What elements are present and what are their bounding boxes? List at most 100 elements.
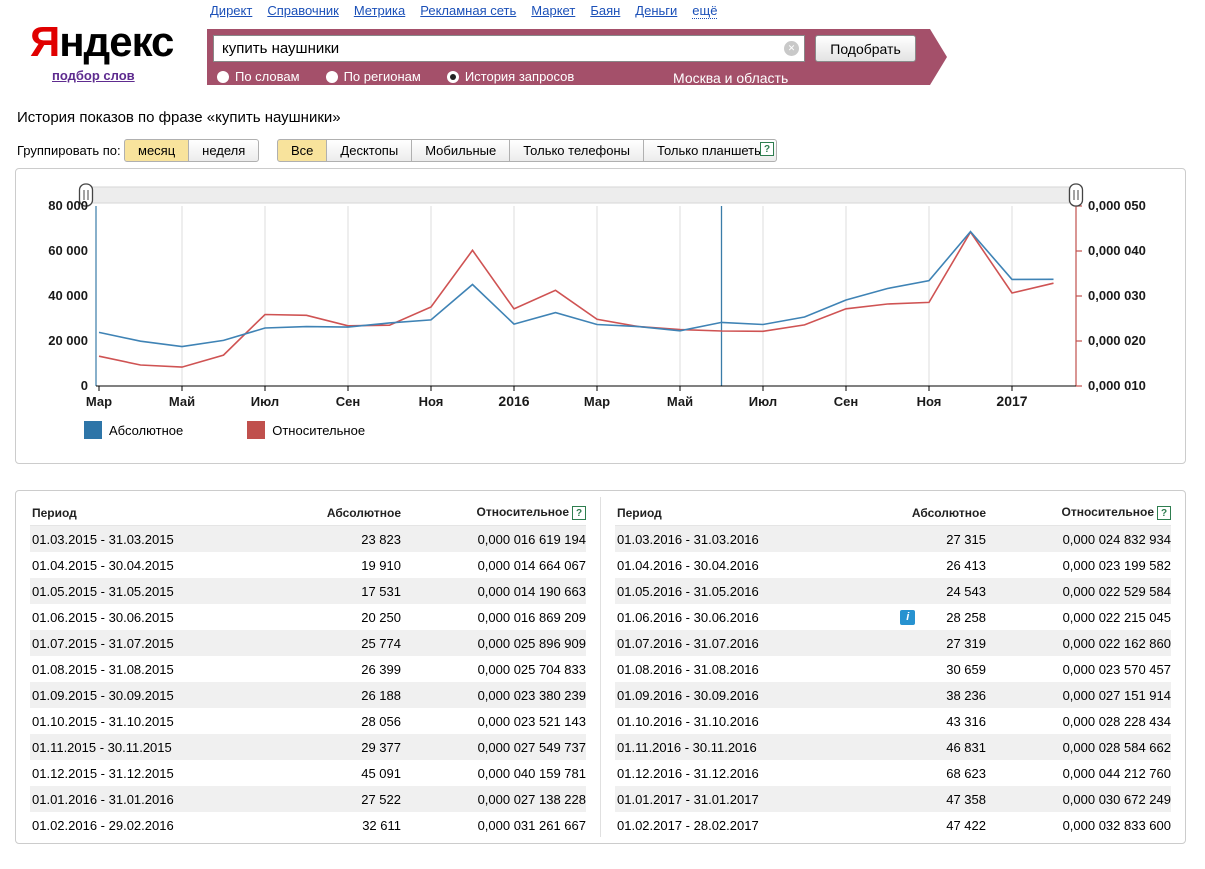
- relative-cell: 0,000 031 261 667: [477, 817, 586, 833]
- relative-cell: 0,000 028 228 434: [1062, 713, 1171, 729]
- radio-icon: [325, 70, 338, 83]
- table-row: 01.01.2017 - 31.01.2017 47 358 0,000 030 6…: [615, 786, 1171, 812]
- group-option-1[interactable]: неделя: [188, 139, 260, 162]
- group-by-label: Группировать по:: [17, 143, 121, 158]
- device-option-4[interactable]: Только планшеты: [643, 139, 778, 162]
- absolute-cell: 46 831: [946, 739, 986, 755]
- table-header: Период Абсолютное Относительное?: [30, 500, 586, 526]
- wordstat-home-link[interactable]: подбор слов: [52, 68, 135, 83]
- nav-link-6[interactable]: Деньги: [635, 3, 677, 18]
- legend-item-0: Абсолютное: [84, 421, 183, 439]
- device-option-1[interactable]: Десктопы: [326, 139, 413, 162]
- relative-cell: 0,000 016 619 194: [477, 531, 586, 547]
- absolute-cell: 26 413: [946, 557, 986, 573]
- nav-link-4[interactable]: Маркет: [531, 3, 575, 18]
- absolute-cell: 27 319: [946, 635, 986, 651]
- search-mode-0[interactable]: По словам: [217, 69, 300, 84]
- table-row: 01.06.2015 - 30.06.2015 20 250 0,000 016 8…: [30, 604, 586, 630]
- relative-help-icon[interactable]: ?: [1157, 506, 1171, 520]
- nav-link-3[interactable]: Рекламная сеть: [420, 3, 516, 18]
- table-row: 01.07.2016 - 31.07.2016 27 319 0,000 022 1…: [615, 630, 1171, 656]
- logo-rest: ндекс: [59, 18, 174, 65]
- nav-link-7[interactable]: ещё: [692, 3, 718, 19]
- submit-button[interactable]: Подобрать: [815, 35, 916, 62]
- device-option-3[interactable]: Только телефоны: [509, 139, 645, 162]
- search-mode-2[interactable]: История запросов: [446, 69, 574, 84]
- x-axis-label: 2017: [996, 393, 1027, 409]
- absolute-cell: 20 250: [361, 609, 401, 625]
- nav-link-2[interactable]: Метрика: [354, 3, 405, 18]
- search-mode-1[interactable]: По регионам: [325, 69, 421, 84]
- relative-cell: 0,000 027 151 914: [1062, 687, 1171, 703]
- period-cell: 01.12.2015 - 31.12.2015: [32, 765, 174, 781]
- relative-cell: 0,000 025 896 909: [477, 635, 586, 651]
- table-row: 01.06.2016 - 30.06.2016 i 28 258 0,000 022 …: [615, 604, 1171, 630]
- x-axis-label: Сен: [336, 394, 360, 409]
- x-axis-label: Ноя: [419, 394, 444, 409]
- legend-item-1: Относительное: [247, 421, 365, 439]
- absolute-cell: 26 188: [361, 687, 401, 703]
- table-row: 01.11.2016 - 30.11.2016 46 831 0,000 028 5…: [615, 734, 1171, 760]
- relative-cell: 0,000 030 672 249: [1062, 791, 1171, 807]
- device-segmented-control: Все Десктопы Мобильные Только телефоны Тольк…: [277, 139, 778, 162]
- table-row: 01.08.2015 - 31.08.2015 26 399 0,000 025 7…: [30, 656, 586, 682]
- yandex-logo[interactable]: Яндекс: [30, 18, 174, 66]
- table-row: 01.12.2015 - 31.12.2015 45 091 0,000 040 1…: [30, 760, 586, 786]
- x-axis-label: Мар: [584, 394, 610, 409]
- legend-swatch: [84, 421, 102, 439]
- region-link[interactable]: Москва и область: [673, 70, 789, 87]
- x-axis-label: Ноя: [917, 394, 942, 409]
- nav-link-1[interactable]: Справочник: [267, 3, 339, 18]
- nav-link-5[interactable]: Баян: [590, 3, 620, 18]
- right-axis-label: 0,000 010: [1088, 378, 1146, 393]
- period-cell: 01.06.2015 - 30.06.2015: [32, 609, 174, 625]
- relative-cell: 0,000 023 570 457: [1062, 661, 1171, 677]
- info-icon[interactable]: i: [900, 609, 916, 625]
- absolute-cell: 30 659: [946, 661, 986, 677]
- left-axis-label: 80 000: [48, 198, 88, 213]
- history-table-2015-2016: Период Абсолютное Относительное? 01.03.2015…: [16, 491, 600, 843]
- period-cell: 01.10.2015 - 31.10.2015: [32, 713, 174, 729]
- table-row: 01.11.2015 - 30.11.2015 29 377 0,000 027 5…: [30, 734, 586, 760]
- relative-cell: 0,000 014 190 663: [477, 583, 586, 599]
- absolute-cell: i 28 258: [846, 609, 986, 625]
- nav-link-0[interactable]: Директ: [210, 3, 252, 18]
- range-selector-track[interactable]: [91, 186, 1070, 204]
- relative-cell: 0,000 032 833 600: [1062, 817, 1171, 833]
- device-option-2[interactable]: Мобильные: [411, 139, 511, 162]
- absolute-cell: 17 531: [361, 583, 401, 599]
- device-help-icon[interactable]: ?: [760, 142, 774, 156]
- table-row: 01.07.2015 - 31.07.2015 25 774 0,000 025 8…: [30, 630, 586, 656]
- clear-icon[interactable]: ✕: [784, 41, 799, 56]
- x-axis-label: Май: [169, 394, 195, 409]
- period-cell: 01.11.2015 - 30.11.2015: [32, 739, 172, 755]
- relative-cell: 0,000 024 832 934: [1062, 531, 1171, 547]
- table-header: Период Абсолютное Относительное?: [615, 500, 1171, 526]
- group-by-segmented-control: месяц неделя: [124, 139, 260, 162]
- right-axis-label: 0,000 030: [1088, 288, 1146, 303]
- absolute-cell: 19 910: [361, 557, 401, 573]
- left-axis-label: 0: [81, 378, 88, 393]
- left-axis-label: 20 000: [48, 333, 88, 348]
- absolute-series-line: [98, 230, 1054, 348]
- range-handle-right[interactable]: [1068, 183, 1084, 207]
- relative-cell: 0,000 025 704 833: [477, 661, 586, 677]
- group-option-0[interactable]: месяц: [124, 139, 190, 162]
- left-axis-label: 60 000: [48, 243, 88, 258]
- absolute-cell: 43 316: [946, 713, 986, 729]
- radio-icon: [446, 70, 459, 83]
- relative-help-icon[interactable]: ?: [572, 506, 586, 520]
- device-option-0[interactable]: Все: [277, 139, 328, 162]
- table-row: 01.09.2015 - 30.09.2015 26 188 0,000 023 3…: [30, 682, 586, 708]
- table-row: 01.05.2015 - 31.05.2015 17 531 0,000 014 1…: [30, 578, 586, 604]
- trend-chart[interactable]: 0 20 000 40 000 60 000 80 000 0,000 010 0,000 …: [16, 169, 1185, 420]
- x-axis-label: Июл: [749, 394, 777, 409]
- period-cell: 01.06.2016 - 30.06.2016: [617, 609, 759, 625]
- search-panel: ✕ Подобрать По словам По регионам История …: [207, 29, 947, 87]
- history-tables: Период Абсолютное Относительное? 01.03.2015…: [15, 490, 1186, 844]
- relative-cell: 0,000 023 521 143: [477, 713, 586, 729]
- x-axis-label: Май: [667, 394, 693, 409]
- absolute-cell: 29 377: [361, 739, 401, 755]
- period-cell: 01.02.2016 - 29.02.2016: [32, 817, 174, 833]
- search-input[interactable]: [213, 35, 805, 62]
